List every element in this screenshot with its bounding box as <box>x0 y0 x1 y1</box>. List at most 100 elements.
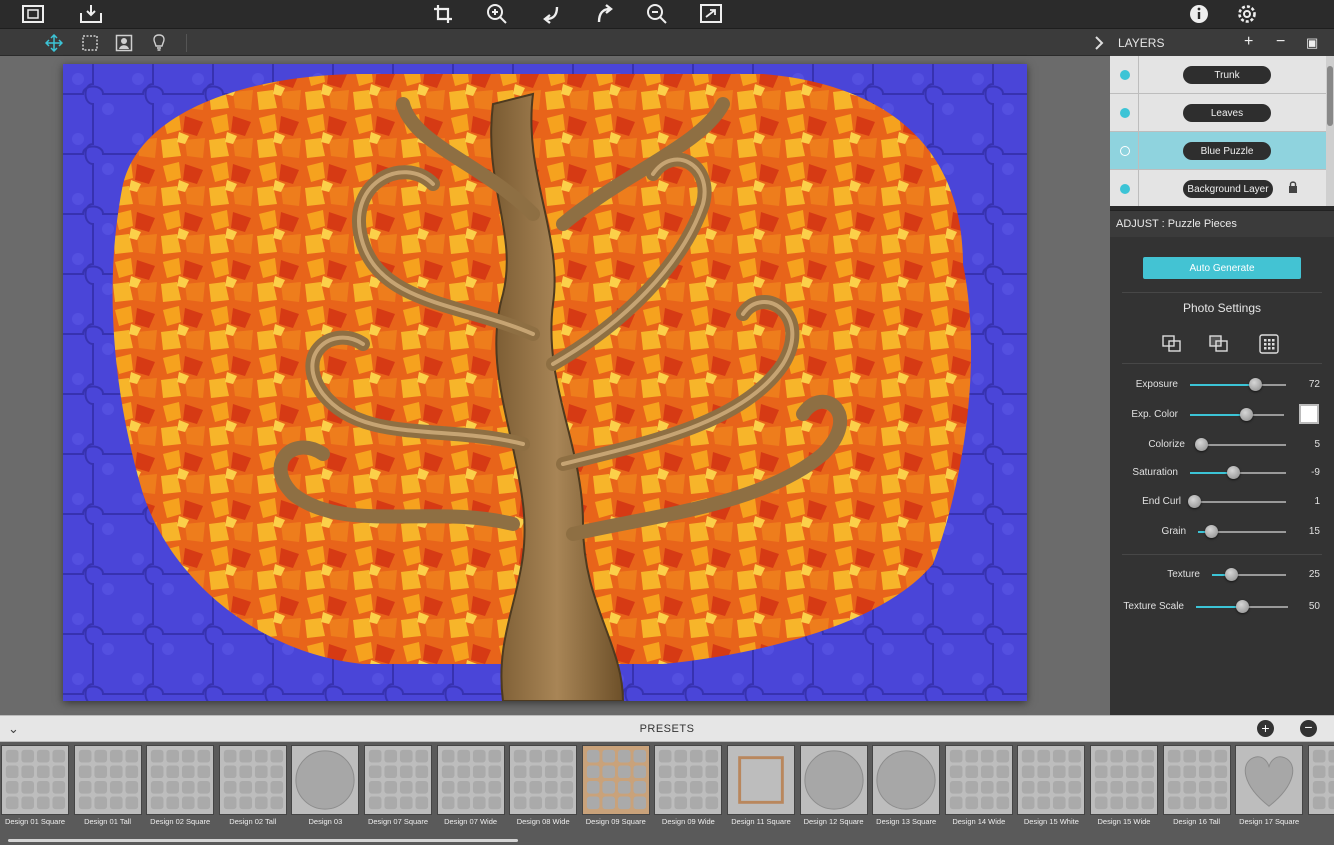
preset-thumbnail[interactable] <box>1235 745 1304 815</box>
preset-thumbnail[interactable] <box>436 745 505 815</box>
slider-colorize[interactable]: Colorize 5 <box>1110 435 1334 455</box>
slider-knob[interactable] <box>1224 568 1238 581</box>
preset-thumbnail[interactable] <box>73 745 142 815</box>
import-icon[interactable] <box>78 2 104 26</box>
preset-thumbnail[interactable] <box>291 745 360 815</box>
slider-track[interactable] <box>1190 466 1286 479</box>
preset-label: Design 02 Tall <box>229 817 277 826</box>
preset-thumbnail[interactable] <box>364 745 432 815</box>
remove-preset-icon[interactable]: − <box>1300 720 1317 737</box>
preset-thumbnail[interactable] <box>799 745 868 815</box>
slider-texture[interactable]: Texture 25 <box>1110 565 1334 585</box>
slider-track[interactable] <box>1198 525 1286 538</box>
preset-item[interactable]: Design 09 Wide <box>653 745 723 840</box>
slider-saturation[interactable]: Saturation -9 <box>1110 463 1334 483</box>
light-icon[interactable] <box>148 32 170 54</box>
slider-knob[interactable] <box>1205 525 1219 538</box>
slider-track[interactable] <box>1196 600 1288 613</box>
preset-item[interactable]: Design 15 White <box>1016 745 1086 840</box>
preset-item[interactable]: Design 15 Wide <box>1089 745 1159 840</box>
slider-knob[interactable] <box>1195 438 1209 451</box>
preset-thumbnail[interactable] <box>872 745 941 815</box>
layer-row-blue-puzzle[interactable]: Blue Puzzle <box>1110 132 1334 170</box>
slider-track[interactable] <box>1195 438 1286 451</box>
preset-thumbnail[interactable] <box>146 745 215 815</box>
slider-knob[interactable] <box>1236 600 1249 613</box>
preset-item[interactable]: Design 02 Square <box>145 745 215 840</box>
undo-icon[interactable] <box>538 2 564 26</box>
preset-item[interactable]: Design 01 Tall <box>73 745 143 840</box>
zoom-in-icon[interactable] <box>484 2 510 26</box>
visibility-dot-icon[interactable] <box>1120 146 1130 156</box>
fit-icon[interactable] <box>698 2 724 26</box>
slider-grain[interactable]: Grain 15 <box>1110 522 1334 542</box>
zoom-out-icon[interactable] <box>644 2 670 26</box>
layer-row-background[interactable]: Background Layer <box>1110 170 1334 206</box>
puzzle-photo[interactable] <box>63 64 1027 701</box>
exp-color-swatch[interactable] <box>1299 404 1319 424</box>
preset-item[interactable]: Design 11 Square <box>726 745 796 840</box>
preset-thumbnail[interactable] <box>1090 745 1158 815</box>
preset-item[interactable]: Design 12 Square <box>799 745 869 840</box>
collapse-panel-icon[interactable] <box>1088 32 1110 54</box>
slider-track[interactable] <box>1190 408 1284 421</box>
preset-item[interactable]: Design 17 Square <box>1234 745 1304 840</box>
preset-item[interactable]: Design 13 Square <box>871 745 941 840</box>
preset-thumbnail[interactable] <box>1017 745 1086 815</box>
preset-item[interactable]: Design 03 <box>290 745 360 840</box>
remove-layer-icon[interactable]: − <box>1276 33 1285 51</box>
slider-knob[interactable] <box>1249 378 1263 391</box>
add-layer-icon[interactable]: + <box>1244 33 1253 51</box>
preset-thumbnail[interactable] <box>509 745 578 815</box>
layers-scrollbar[interactable] <box>1326 56 1334 206</box>
slider-track[interactable] <box>1187 495 1286 508</box>
slider-track[interactable] <box>1212 568 1286 581</box>
visibility-dot-icon[interactable] <box>1120 70 1130 80</box>
slider-texture-scale[interactable]: Texture Scale 50 <box>1110 597 1334 617</box>
settings-icon[interactable] <box>1234 2 1260 26</box>
info-icon[interactable] <box>1186 2 1212 26</box>
preset-item[interactable]: Design 07 Wide <box>436 745 506 840</box>
slider-knob[interactable] <box>1240 408 1254 421</box>
preset-thumbnail[interactable] <box>1162 745 1231 815</box>
slider-exposure[interactable]: Exposure 72 <box>1110 375 1334 395</box>
auto-generate-button[interactable]: Auto Generate <box>1143 257 1301 279</box>
grid-icon[interactable] <box>1258 333 1280 355</box>
preset-item[interactable]: Design 09 Square <box>581 745 651 840</box>
preset-thumbnail[interactable] <box>654 745 723 815</box>
slider-track[interactable] <box>1190 378 1286 391</box>
add-preset-icon[interactable]: + <box>1257 720 1274 737</box>
overlay-back-icon[interactable] <box>1208 333 1230 355</box>
slider-end-curl[interactable]: End Curl 1 <box>1110 492 1334 512</box>
layer-row-trunk[interactable]: Trunk <box>1110 56 1334 94</box>
preset-thumbnail[interactable] <box>1307 745 1334 815</box>
duplicate-layer-icon[interactable]: ▣ <box>1306 35 1318 51</box>
presets-scrollbar[interactable] <box>8 839 518 842</box>
preset-item[interactable]: Design 16 Tall <box>1162 745 1232 840</box>
preset-thumbnail[interactable] <box>944 745 1013 815</box>
preset-item[interactable]: Design 14 Wide <box>944 745 1014 840</box>
divider <box>186 34 187 52</box>
visibility-dot-icon[interactable] <box>1120 184 1130 194</box>
image-frame-icon[interactable] <box>20 2 46 26</box>
move-icon[interactable] <box>43 32 65 54</box>
layer-row-leaves[interactable]: Leaves <box>1110 94 1334 132</box>
preset-item[interactable]: Design 08 Wide <box>508 745 578 840</box>
preset-item[interactable] <box>1307 745 1334 840</box>
preset-item[interactable]: Design 01 Square <box>0 745 70 840</box>
mask-icon[interactable] <box>113 32 135 54</box>
redo-icon[interactable] <box>592 2 618 26</box>
scroll-thumb[interactable] <box>1327 66 1333 126</box>
preset-thumbnail[interactable] <box>218 745 287 815</box>
preset-item[interactable]: Design 07 Square <box>363 745 433 840</box>
preset-thumbnail[interactable] <box>581 745 650 815</box>
preset-thumbnail[interactable] <box>1 745 69 815</box>
overlay-front-icon[interactable] <box>1161 333 1183 355</box>
select-rect-icon[interactable] <box>79 32 101 54</box>
visibility-dot-icon[interactable] <box>1120 108 1130 118</box>
slider-knob[interactable] <box>1227 466 1241 479</box>
preset-item[interactable]: Design 02 Tall <box>218 745 288 840</box>
slider-knob[interactable] <box>1187 495 1201 508</box>
preset-thumbnail[interactable] <box>727 745 795 815</box>
crop-icon[interactable] <box>430 2 456 26</box>
